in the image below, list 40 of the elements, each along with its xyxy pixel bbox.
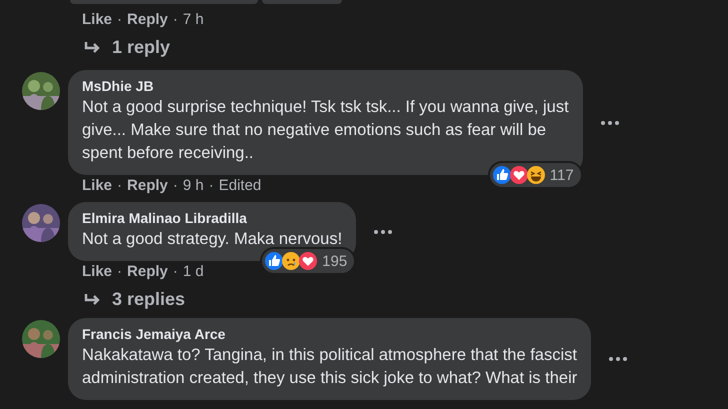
haha-reaction-icon (526, 165, 546, 185)
like-link[interactable]: Like (82, 262, 112, 280)
more-options-icon[interactable] (373, 228, 394, 234)
separator: · (172, 176, 178, 194)
reply-arrow-icon (84, 292, 102, 306)
comment-text: Not a good strategy. Maka nervous! (82, 229, 342, 250)
timestamp: 9 h (182, 176, 204, 194)
like-reaction-icon (492, 165, 512, 185)
commenter-name[interactable]: MsDhie JB (82, 78, 569, 94)
separator: · (117, 10, 122, 28)
separator: · (117, 262, 122, 280)
reply-link[interactable]: Reply (127, 176, 168, 194)
reply-link[interactable]: Reply (127, 262, 168, 280)
reply-link[interactable]: Reply (127, 10, 168, 28)
timestamp: 1 d (182, 262, 204, 280)
timestamp: 7 h (182, 10, 204, 28)
sad-reaction-icon (281, 251, 302, 271)
commenter-name[interactable]: Elmira Malinao Libradilla (82, 210, 342, 226)
commenter-name[interactable]: Francis Jemaiya Arce (82, 326, 578, 342)
reaction-count: 117 (550, 166, 574, 184)
like-reaction-icon (264, 251, 284, 271)
love-reaction-icon (298, 251, 318, 271)
separator: · (172, 10, 178, 28)
love-reaction-icon (508, 165, 529, 185)
reaction-count: 195 (322, 252, 348, 270)
separator: · (117, 176, 122, 194)
comment-text: Nakakatawa to? Tangina, in this political atmosphere that the fascist administration created, they use this sick joke to what? What is their (82, 345, 578, 389)
reply-arrow-icon (84, 40, 102, 54)
view-replies-link[interactable]: 3 replies (84, 289, 186, 310)
view-replies-link[interactable]: 1 reply (84, 37, 170, 58)
edited-label: Edited (218, 176, 262, 194)
reaction-badge[interactable]: 117 (490, 163, 581, 187)
separator: · (172, 262, 178, 280)
more-options-icon[interactable] (600, 120, 620, 126)
like-link[interactable]: Like (82, 176, 112, 194)
more-options-icon[interactable] (608, 356, 628, 362)
separator: · (208, 176, 214, 194)
comment-text: Not a good surprise technique! Tsk tsk tsk... If you wanna give, just give... Make sure that no negative emotions such as fear will be spent before receiving.. (82, 97, 569, 164)
like-link[interactable]: Like (82, 10, 112, 28)
reaction-badge[interactable]: 195 (262, 249, 354, 273)
